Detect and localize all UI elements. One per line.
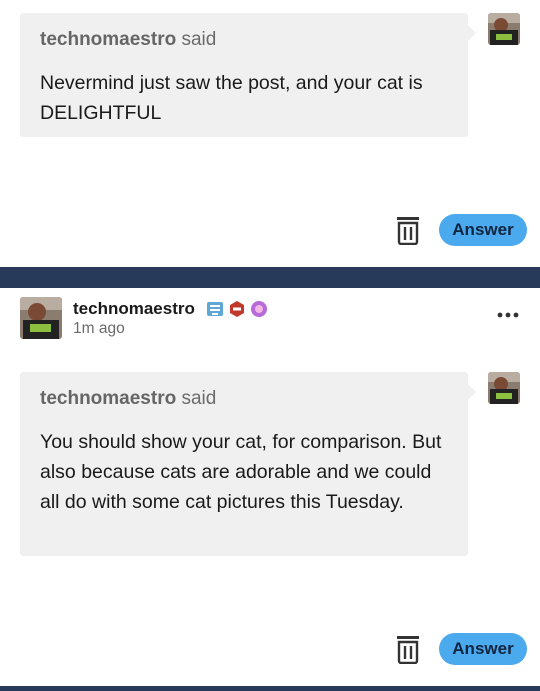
trash-icon[interactable] bbox=[396, 634, 420, 664]
brain-badge-icon[interactable] bbox=[249, 300, 269, 318]
asker-avatar[interactable] bbox=[488, 372, 520, 404]
post-timestamp: 1m ago bbox=[73, 320, 125, 337]
tumblr-sticker-badge-icon[interactable] bbox=[205, 300, 225, 318]
answer-button[interactable]: Answer bbox=[439, 633, 527, 665]
hexagon-badge-icon[interactable] bbox=[228, 300, 246, 318]
post-divider bbox=[0, 686, 540, 691]
ask-message: You should show your cat, for comparison… bbox=[40, 431, 442, 513]
answer-button[interactable]: Answer bbox=[439, 214, 527, 246]
post-actions: Answer bbox=[396, 214, 527, 246]
ask-message: Nevermind just saw the post, and your ca… bbox=[40, 72, 423, 124]
said-label: said bbox=[176, 29, 217, 50]
ask-card-1: technomaestro said Nevermind just saw th… bbox=[0, 0, 540, 267]
ask-attribution: technomaestro said bbox=[40, 386, 448, 412]
post-header: technomaestro 1m ago bbox=[20, 297, 520, 341]
user-badges bbox=[205, 300, 272, 318]
ask-card-2: technomaestro 1m ago technomaestro said … bbox=[0, 288, 540, 686]
ask-bubble: technomaestro said You should show your … bbox=[20, 372, 476, 556]
post-divider bbox=[0, 267, 540, 288]
asker-avatar[interactable] bbox=[488, 13, 520, 45]
asker-name[interactable]: technomaestro bbox=[40, 388, 176, 409]
post-actions: Answer bbox=[396, 633, 527, 665]
author-name[interactable]: technomaestro bbox=[73, 299, 195, 319]
ask-bubble: technomaestro said Nevermind just saw th… bbox=[20, 13, 476, 137]
said-label: said bbox=[176, 388, 217, 409]
author-avatar[interactable] bbox=[20, 297, 62, 339]
asker-name[interactable]: technomaestro bbox=[40, 29, 176, 50]
ask-attribution: technomaestro said bbox=[40, 27, 448, 53]
trash-icon[interactable] bbox=[396, 215, 420, 245]
more-options-icon[interactable] bbox=[496, 311, 520, 319]
